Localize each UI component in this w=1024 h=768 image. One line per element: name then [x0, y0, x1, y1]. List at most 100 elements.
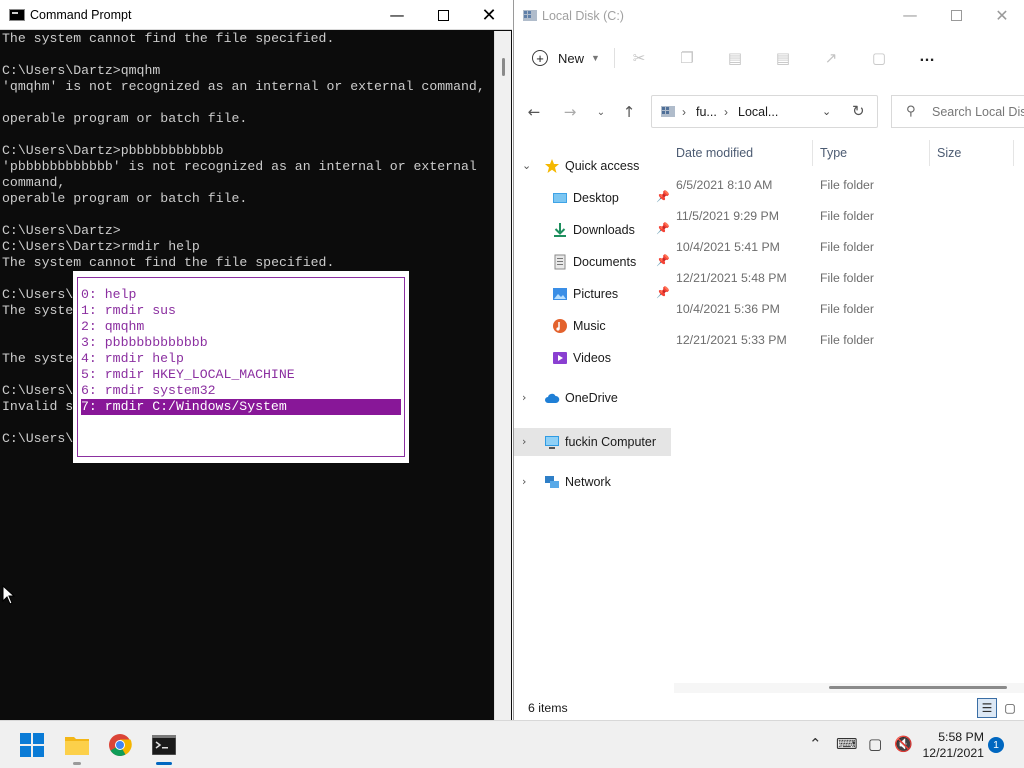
command-prompt-window[interactable]: Command Prompt — ✕ The system cannot fin… [0, 0, 512, 720]
history-item[interactable]: 5: rmdir HKEY_LOCAL_MACHINE [81, 367, 401, 383]
minimize-icon[interactable]: — [374, 0, 420, 30]
paste-icon[interactable]: ▤ [725, 48, 745, 68]
cmd-titlebar[interactable]: Command Prompt — ✕ [0, 0, 512, 30]
volume-muted-icon[interactable]: 🔇 [894, 735, 913, 753]
back-arrow-icon[interactable]: ← [524, 102, 544, 122]
nav-item-fuckin-computer[interactable]: › fuckin Computer [514, 428, 671, 456]
address-bar[interactable]: › fu... › Local... ⌄ ↻ [651, 95, 878, 128]
mouse-pointer-icon [2, 585, 16, 605]
nav-item-desktop[interactable]: Desktop 📌 [514, 184, 671, 212]
computer-icon [544, 434, 560, 450]
file-type: File folder [820, 209, 874, 223]
file-explorer-icon[interactable] [61, 729, 93, 761]
navigation-pane: ⌄ Quick access Desktop 📌 Downloads 📌 Documents… [514, 148, 671, 568]
file-row[interactable]: 12/21/2021 5:48 PM File folder [674, 263, 1024, 293]
cut-icon[interactable]: ✂ [629, 48, 649, 68]
forward-arrow-icon[interactable]: → [560, 102, 580, 122]
column-size[interactable]: Size [937, 146, 961, 160]
cloud-icon [544, 390, 560, 406]
network-icon [544, 474, 560, 490]
file-explorer-window[interactable]: Local Disk (C:) — ✕ + New ▼ ✂ ❐ ▤ ▤ ↗ ▢ … [513, 0, 1024, 720]
file-type: File folder [820, 271, 874, 285]
history-item[interactable]: 4: rmdir help [81, 351, 401, 367]
chevron-down-icon[interactable]: ⌄ [822, 105, 831, 118]
maximize-icon[interactable] [420, 0, 466, 30]
command-history-popup[interactable]: 0: help 1: rmdir sus 2: qmqhm 3: pbbbbbbbbb… [73, 271, 409, 463]
display-icon[interactable]: ▢ [868, 735, 882, 753]
command-prompt-icon[interactable] [148, 729, 180, 761]
details-view-icon[interactable]: ☰ [977, 698, 997, 718]
column-type[interactable]: Type [820, 146, 847, 160]
close-icon[interactable]: ✕ [466, 0, 512, 30]
delete-icon[interactable]: ▢ [869, 48, 889, 68]
toolbar-divider [614, 48, 615, 68]
column-divider[interactable] [929, 140, 930, 166]
refresh-icon[interactable]: ↻ [852, 102, 865, 120]
maximize-icon[interactable] [933, 0, 979, 30]
system-clock[interactable]: 5:58 PM 12/21/2021 [920, 729, 984, 761]
chevron-right-icon[interactable]: › [522, 475, 526, 488]
up-arrow-icon[interactable]: ↑ [619, 102, 639, 122]
history-item[interactable]: 6: rmdir system32 [81, 383, 401, 399]
file-date-modified: 10/4/2021 5:41 PM [676, 240, 780, 254]
file-row[interactable]: 6/5/2021 8:10 AM File folder [674, 170, 1024, 200]
star-icon [544, 158, 560, 174]
nav-item-onedrive[interactable]: › OneDrive [514, 384, 671, 412]
file-row[interactable]: 10/4/2021 5:36 PM File folder [674, 294, 1024, 324]
nav-item-label: Music [573, 319, 606, 333]
breadcrumb-computer[interactable]: fu... [696, 105, 717, 119]
windows-start-icon[interactable] [16, 729, 48, 761]
chevron-right-icon[interactable]: › [522, 391, 526, 404]
scrollbar-thumb[interactable] [829, 686, 1007, 689]
column-divider[interactable] [1013, 140, 1014, 166]
minimize-icon[interactable]: — [887, 0, 933, 30]
history-item[interactable]: 2: qmqhm [81, 319, 401, 335]
command-bar: + New ▼ ✂ ❐ ▤ ▤ ↗ ▢ … [514, 38, 1024, 78]
more-options-button[interactable]: … [919, 48, 936, 66]
nav-item-label: Videos [573, 351, 611, 365]
large-icons-view-icon[interactable]: ▢ [1000, 698, 1020, 718]
file-row[interactable]: 11/5/2021 9:29 PM File folder [674, 201, 1024, 231]
breadcrumb-local-disk[interactable]: Local... [738, 105, 778, 119]
column-date-modified[interactable]: Date modified [676, 146, 753, 160]
nav-item-label: fuckin Computer [565, 435, 657, 449]
music-icon [552, 318, 568, 334]
explorer-title: Local Disk (C:) [542, 9, 624, 23]
nav-item-music[interactable]: Music [514, 312, 671, 340]
new-button[interactable]: + New ▼ [532, 46, 600, 70]
copy-icon[interactable]: ❐ [677, 48, 697, 68]
recent-locations-chevron-icon[interactable]: ⌄ [591, 102, 611, 122]
close-icon[interactable]: ✕ [979, 0, 1024, 30]
file-type: File folder [820, 178, 874, 192]
history-item[interactable]: 7: rmdir C:/Windows/System [81, 399, 401, 415]
share-icon[interactable]: ↗ [821, 48, 841, 68]
chevron-up-icon[interactable]: ⌃ [809, 735, 822, 753]
nav-item-videos[interactable]: Videos [514, 344, 671, 372]
column-divider[interactable] [812, 140, 813, 166]
file-row[interactable]: 12/21/2021 5:33 PM File folder [674, 325, 1024, 355]
rename-icon[interactable]: ▤ [773, 48, 793, 68]
search-placeholder[interactable]: Search Local Disk [932, 105, 1024, 119]
file-row[interactable]: 10/4/2021 5:41 PM File folder [674, 232, 1024, 262]
nav-item-label: Network [565, 475, 611, 489]
history-item[interactable]: 1: rmdir sus [81, 303, 401, 319]
nav-item-pictures[interactable]: Pictures 📌 [514, 280, 671, 308]
chevron-right-icon[interactable]: › [522, 435, 526, 448]
horizontal-scrollbar[interactable] [674, 683, 1024, 693]
search-box[interactable]: ⚲ Search Local Disk [891, 95, 1024, 128]
keyboard-icon[interactable]: ⌨ [836, 735, 858, 753]
nav-item-documents[interactable]: Documents 📌 [514, 248, 671, 276]
history-item[interactable]: 3: pbbbbbbbbbbbb [81, 335, 401, 351]
active-indicator [156, 762, 172, 765]
desktop-screen: Command Prompt — ✕ The system cannot fin… [0, 0, 1024, 768]
notification-badge[interactable]: 1 [988, 737, 1004, 753]
scrollbar-thumb[interactable] [502, 58, 505, 76]
nav-item-network[interactable]: › Network [514, 468, 671, 496]
history-item[interactable]: 0: help [81, 287, 401, 303]
nav-item-downloads[interactable]: Downloads 📌 [514, 216, 671, 244]
chevron-down-icon[interactable]: ⌄ [522, 159, 531, 172]
chrome-icon[interactable] [104, 729, 136, 761]
cmd-scrollbar[interactable] [494, 31, 511, 720]
explorer-titlebar[interactable]: Local Disk (C:) — ✕ [514, 0, 1024, 32]
nav-item-quick-access[interactable]: ⌄ Quick access [514, 152, 671, 180]
